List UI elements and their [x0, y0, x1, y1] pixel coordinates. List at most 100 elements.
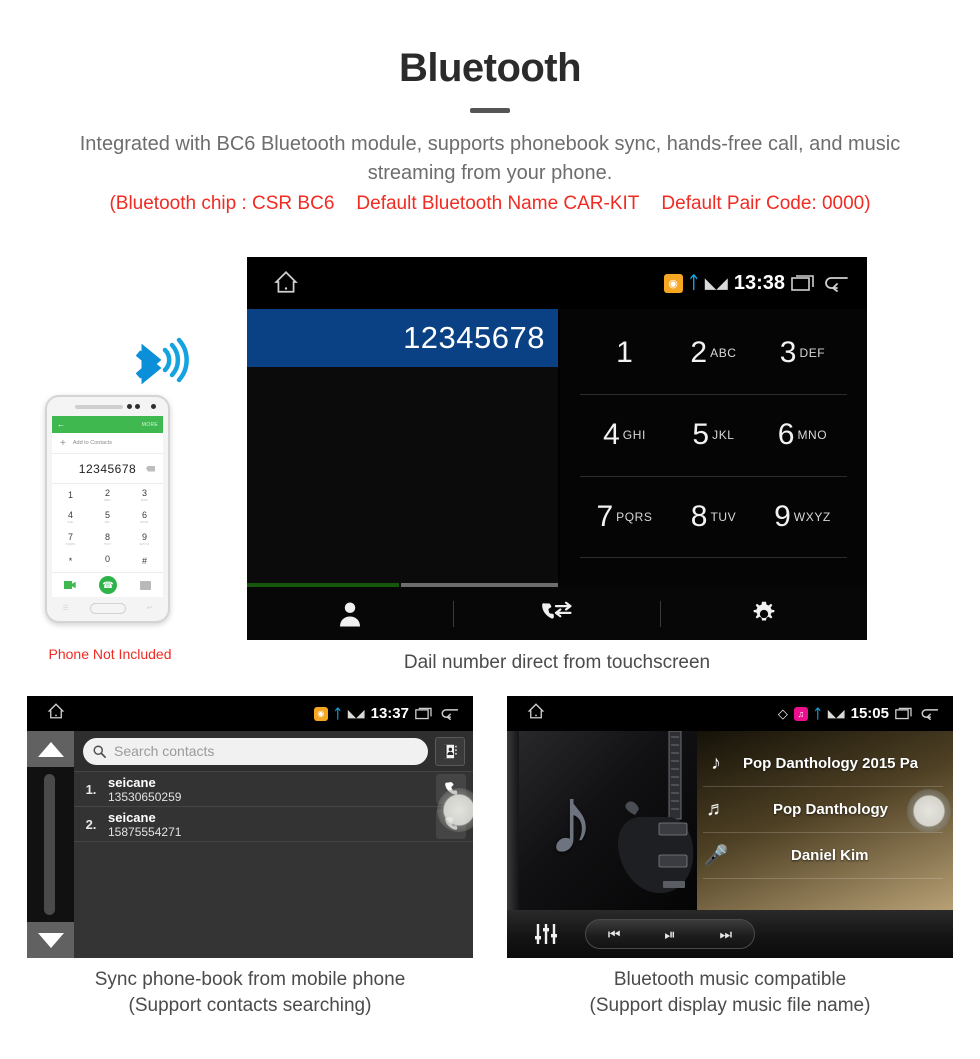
home-icon[interactable]: [273, 269, 299, 295]
contacts-main-panel: Search contacts 1. seicane 13530650259 2. se…: [74, 731, 473, 958]
music-body: ♪ ♪ Pop Danthology 2015 Pa ♬ Pop Danthol…: [507, 731, 953, 910]
phone-mock-key[interactable]: 5 JKL: [89, 506, 126, 528]
contacts-clock: 13:37: [370, 705, 409, 722]
tab-call-log[interactable]: [454, 600, 660, 628]
dialer-key-digit: 3: [779, 336, 797, 370]
music-caption: Bluetooth music compatible (Support disp…: [507, 967, 953, 1019]
recents-icon[interactable]: [415, 707, 434, 720]
wifi-icon: ◣◢: [704, 275, 728, 292]
contact-index: 1.: [85, 781, 97, 797]
touch-cursor-indicator: [907, 789, 951, 833]
dialer-key-2[interactable]: 2 ABC: [669, 313, 758, 395]
keyboard-icon[interactable]: [140, 580, 152, 590]
dialer-key-letters: ABC: [710, 346, 737, 361]
plus-icon: +: [60, 437, 66, 449]
dialer-key-8[interactable]: 8 TUV: [669, 477, 758, 559]
album-stack-icon: ♬: [706, 798, 726, 820]
dialer-key-4[interactable]: 4 GHI: [580, 395, 669, 477]
recents-icon[interactable]: [791, 274, 817, 292]
tab-contacts[interactable]: [247, 599, 453, 629]
search-icon: [93, 745, 106, 758]
back-icon[interactable]: [440, 707, 459, 720]
gear-icon: [753, 601, 775, 620]
next-button[interactable]: ⏭: [719, 926, 732, 943]
home-icon[interactable]: [527, 702, 545, 720]
dialer-number-field[interactable]: 12345678: [247, 309, 558, 367]
dialer-key-letters: JKL: [712, 428, 735, 443]
dialer-key-7[interactable]: 7 PQRS: [580, 477, 669, 559]
dialer-key-letters: DEF: [799, 346, 826, 361]
phone-mock-key[interactable]: 6 MNO: [126, 506, 163, 528]
import-contacts-button[interactable]: [435, 736, 465, 766]
music-clock: 15:05: [850, 705, 889, 722]
dialer-screen: ◉ ᛏ ◣◢ 13:38 12345678 1 2 ABC 3 DEF 4 GH…: [247, 257, 867, 640]
transport-controls: ⏮ ⏯ ⏭: [585, 919, 755, 949]
phone-call-button[interactable]: ☎: [98, 576, 117, 594]
dialer-key-9[interactable]: 9 WXYZ: [758, 477, 847, 559]
dialer-key-3[interactable]: 3 DEF: [758, 313, 847, 395]
bluetooth-icon: ᛏ: [813, 706, 822, 721]
phone-keypad[interactable]: 1 2 ABC 3 DEF 4 GHI 5 JKL 6 MNO 7 PQRS 8 TUV 9 WXYZ * 0 + #: [52, 484, 163, 572]
phone-home-button[interactable]: [89, 602, 126, 614]
contact-row[interactable]: 1. seicane 13530650259: [74, 771, 473, 806]
search-input[interactable]: Search contacts: [83, 737, 428, 765]
phone-mock-key[interactable]: 0 +: [89, 550, 126, 572]
phone-mock-key[interactable]: 7 PQRS: [52, 528, 89, 550]
phone-mock-key[interactable]: *: [52, 550, 89, 572]
music-caption-line2: (Support display music file name): [589, 995, 871, 1016]
play-pause-button[interactable]: ⏯: [664, 926, 675, 943]
phone-mock-key-digit: 0: [104, 553, 110, 564]
scroll-up-button[interactable]: [27, 731, 74, 767]
page-root: Bluetooth Integrated with BC6 Bluetooth …: [0, 0, 980, 1059]
phone-mock-key-digit: 1: [67, 489, 73, 500]
scrollbar-thumb[interactable]: [44, 774, 55, 915]
recents-icon[interactable]: [895, 707, 914, 720]
triangle-up-icon: [37, 741, 64, 757]
phone-back-softkey[interactable]: ↩: [147, 604, 153, 612]
contacts-status-bar: ◉ ᛏ ◣◢ 13:37: [27, 696, 473, 731]
phone-number-value: 12345678: [78, 461, 137, 476]
radio-app-icon: ◉: [663, 273, 683, 293]
phone-mock-key[interactable]: 9 WXYZ: [126, 528, 163, 550]
home-icon[interactable]: [47, 702, 65, 720]
dialer-key-digit: 4: [603, 418, 620, 452]
equalizer-button[interactable]: [507, 923, 585, 945]
contacts-person-icon: [340, 602, 360, 626]
dialer-key-1[interactable]: 1: [580, 313, 669, 395]
artist-row[interactable]: 🎤 Daniel Kim: [703, 833, 943, 879]
phone-speaker-grille: [75, 405, 123, 409]
phone-backspace-icon[interactable]: [146, 465, 155, 472]
tab-settings[interactable]: [661, 599, 867, 629]
phone-mock-key[interactable]: 8 TUV: [89, 528, 126, 550]
phone-sensor-dot: [135, 404, 140, 409]
video-call-icon[interactable]: [63, 581, 76, 589]
contacts-list[interactable]: 1. seicane 13530650259 2. seicane 15875554271: [74, 771, 473, 841]
phone-add-to-contacts-row[interactable]: + Add to Contacts: [52, 433, 163, 454]
contact-phone: 15875554271: [108, 824, 182, 839]
phone-mock-key[interactable]: 1: [52, 484, 89, 506]
track-row[interactable]: ♪ Pop Danthology 2015 Pa: [703, 741, 943, 787]
contacts-empty-area: [74, 841, 473, 958]
music-app-icon: ♫: [793, 706, 808, 721]
phone-mock-key[interactable]: 4 GHI: [52, 506, 89, 528]
back-icon[interactable]: [823, 274, 849, 292]
phone-menu-softkey[interactable]: ☰: [62, 604, 68, 612]
wifi-icon: ◣◢: [347, 708, 365, 720]
dialer-key-6[interactable]: 6 MNO: [758, 395, 847, 477]
phone-back-icon[interactable]: ←: [57, 420, 65, 429]
back-icon[interactable]: [920, 707, 939, 720]
phone-mock-key-letters: MNO: [140, 519, 149, 524]
dialer-key-5[interactable]: 5 JKL: [669, 395, 758, 477]
previous-button[interactable]: ⏮: [608, 926, 621, 943]
phone-mock-key[interactable]: 3 DEF: [126, 484, 163, 506]
dialer-status-bar: ◉ ᛏ ◣◢ 13:38: [247, 257, 867, 309]
phone-more-label[interactable]: MORE: [142, 422, 158, 428]
contact-row[interactable]: 2. seicane 15875554271: [74, 806, 473, 841]
phone-mock-key[interactable]: #: [126, 550, 163, 572]
contacts-scrollbar[interactable]: [27, 731, 74, 958]
phone-mock-key[interactable]: 2 ABC: [89, 484, 126, 506]
scroll-down-button[interactable]: [27, 922, 74, 958]
phone-mock-key-letters: ABC: [103, 497, 112, 502]
microphone-icon: 🎤: [703, 845, 729, 867]
bluetooth-icon: ᛏ: [688, 273, 699, 292]
